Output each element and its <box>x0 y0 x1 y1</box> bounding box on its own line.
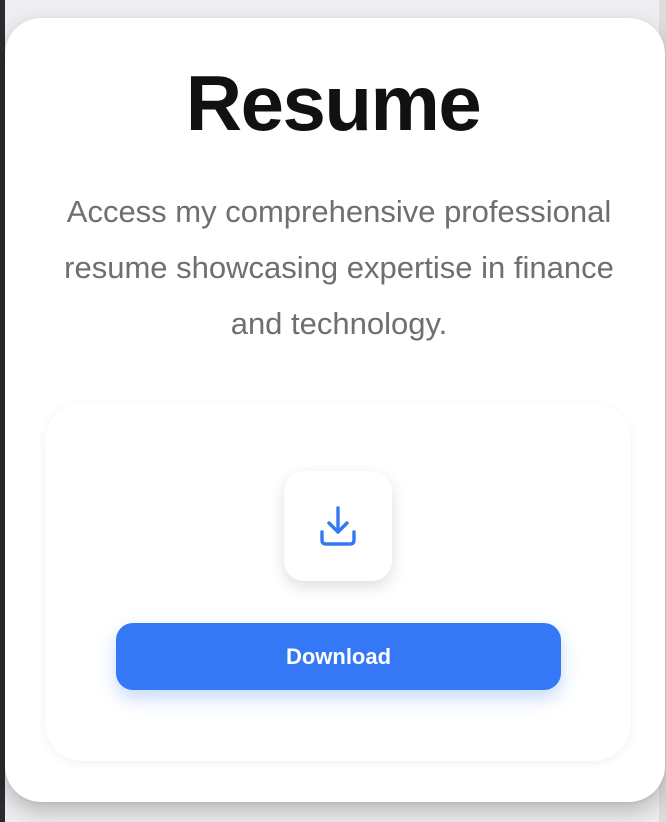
download-icon <box>320 506 356 546</box>
page-description: Access my comprehensive professional res… <box>64 194 614 341</box>
download-button[interactable]: Download <box>116 623 561 690</box>
page-title: Resume <box>185 59 482 147</box>
download-icon-tile <box>284 471 392 581</box>
download-panel <box>45 403 631 761</box>
